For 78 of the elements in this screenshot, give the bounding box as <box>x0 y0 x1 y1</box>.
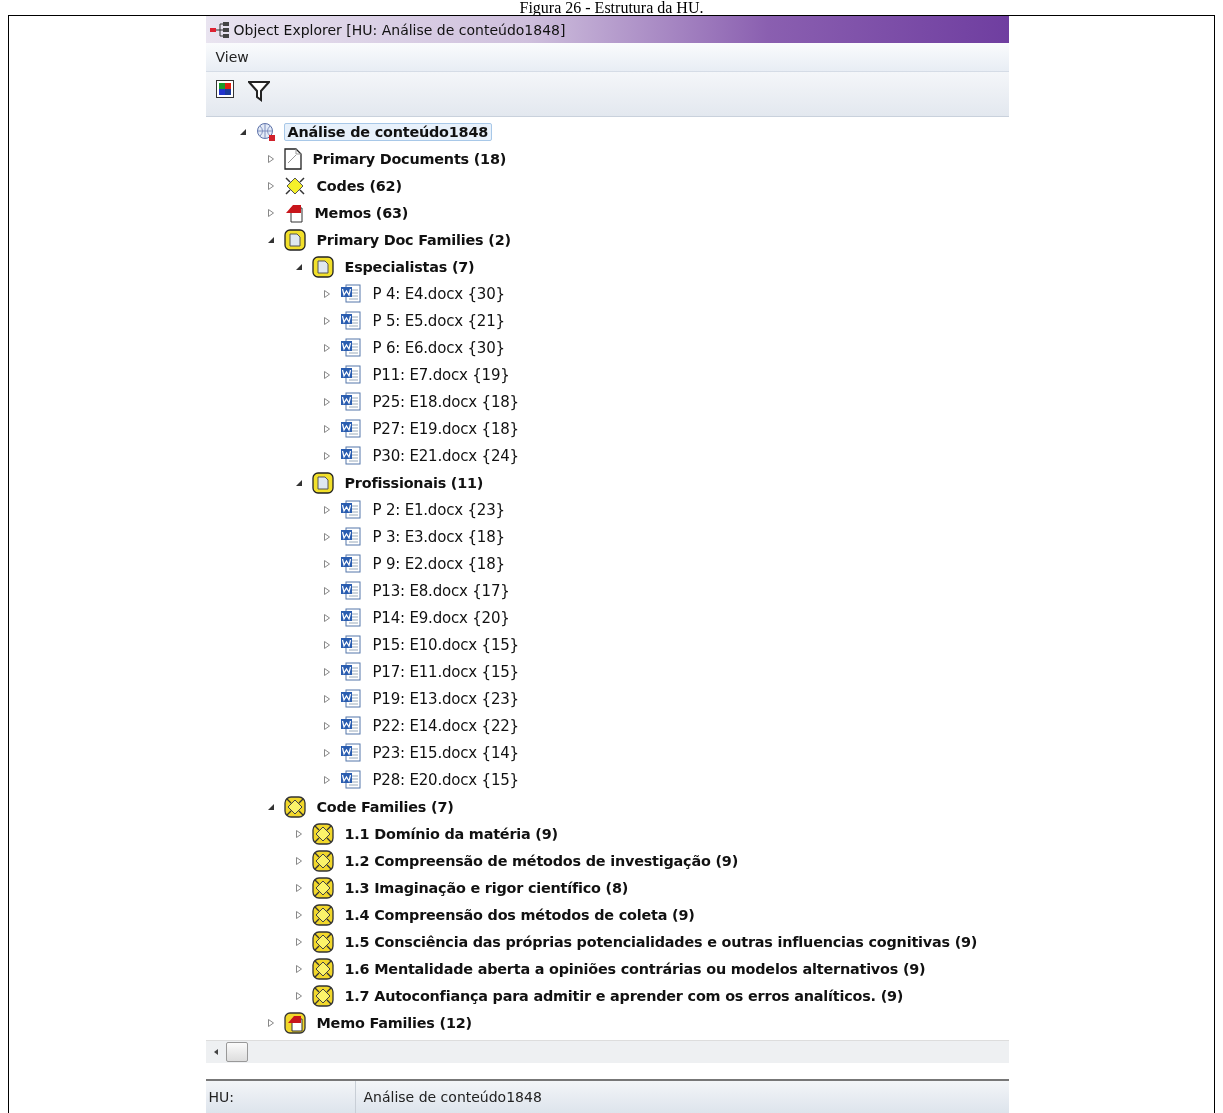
word-document-icon <box>339 499 362 520</box>
tree-item[interactable]: Especialistas (7) <box>341 257 478 276</box>
tree-item[interactable]: P 3: E3.docx {18} <box>369 526 508 547</box>
code-family-icon <box>311 876 334 899</box>
memo-icon <box>283 202 304 223</box>
word-document-icon <box>339 553 362 574</box>
tree-item[interactable]: P19: E13.docx {23} <box>369 688 522 709</box>
tree-item[interactable]: P27: E19.docx {18} <box>369 418 522 439</box>
tree-item[interactable]: P14: E9.docx {20} <box>369 607 513 628</box>
tree-item[interactable]: Codes (62) <box>313 176 405 195</box>
word-document-icon <box>339 607 362 628</box>
tree-item[interactable]: 1.7 Autoconfiança para admitir e aprender com os erros analíticos. (9) <box>341 986 907 1005</box>
tree-item[interactable]: Code Families (7) <box>313 797 457 816</box>
word-document-icon <box>339 634 362 655</box>
tree-item[interactable]: P 6: E6.docx {30} <box>369 337 508 358</box>
code-family-icon <box>311 903 334 926</box>
document-family-icon <box>283 228 306 251</box>
word-document-icon <box>339 580 362 601</box>
window-title: Object Explorer [HU: Análise de conteúdo1848] <box>233 21 566 38</box>
tree-item[interactable]: P17: E11.docx {15} <box>369 661 522 682</box>
word-document-icon <box>339 310 362 331</box>
code-family-icon <box>311 822 334 845</box>
tree-item[interactable]: P28: E20.docx {15} <box>369 769 522 790</box>
filter-icon[interactable] <box>247 80 270 102</box>
scroll-thumb[interactable] <box>225 1042 248 1062</box>
tree-item[interactable]: P11: E7.docx {19} <box>369 364 513 385</box>
tree-item[interactable]: P15: E10.docx {15} <box>369 634 522 655</box>
word-document-icon <box>339 526 362 547</box>
code-family-icon <box>311 984 334 1007</box>
word-document-icon <box>339 418 362 439</box>
code-family-icon <box>311 957 334 980</box>
tree-item[interactable]: P23: E15.docx {14} <box>369 742 522 763</box>
tree-item[interactable]: P13: E8.docx {17} <box>369 580 513 601</box>
horizontal-scrollbar[interactable] <box>205 1040 1009 1063</box>
tree-item[interactable]: P 2: E1.docx {23} <box>369 499 508 520</box>
document-icon <box>283 147 302 170</box>
color-squares-icon[interactable] <box>215 80 234 98</box>
code-family-icon <box>311 849 334 872</box>
globe-icon <box>255 121 276 142</box>
document-family-icon <box>311 471 334 494</box>
status-value: Análise de conteúdo1848 <box>362 1089 542 1105</box>
tree-item[interactable]: P25: E18.docx {18} <box>369 391 522 412</box>
tree-item[interactable]: 1.3 Imaginação e rigor científico (8) <box>341 878 632 897</box>
word-document-icon <box>339 283 362 304</box>
tree-structure-icon <box>209 21 230 38</box>
code-icon <box>283 175 306 196</box>
word-document-icon <box>339 364 362 385</box>
status-label: HU: <box>205 1081 356 1113</box>
tree-item[interactable]: 1.1 Domínio da matéria (9) <box>341 824 561 843</box>
tree-item[interactable]: 1.6 Mentalidade aberta a opiniões contrárias ou modelos alternativos (9) <box>341 959 929 978</box>
word-document-icon <box>339 337 362 358</box>
tree-item[interactable]: Primary Doc Families (2) <box>313 230 514 249</box>
tree-item[interactable]: 1.4 Compreensão dos métodos de coleta (9) <box>341 905 698 924</box>
tree-item[interactable]: P30: E21.docx {24} <box>369 445 522 466</box>
tree-item[interactable]: 1.5 Consciência das próprias potencialidades e outras influencias cognitivas (9) <box>341 932 981 951</box>
document-family-icon <box>311 255 334 278</box>
word-document-icon <box>339 391 362 412</box>
word-document-icon <box>339 769 362 790</box>
tree-item[interactable]: Profissionais (11) <box>341 473 487 492</box>
tree-item[interactable]: 1.2 Compreensão de métodos de investigação (9) <box>341 851 742 870</box>
tree-item[interactable]: Memo Families (12) <box>313 1013 475 1032</box>
tree-item[interactable]: P 9: E2.docx {18} <box>369 553 508 574</box>
word-document-icon <box>339 661 362 682</box>
word-document-icon <box>339 742 362 763</box>
menu-item[interactable]: View <box>205 49 259 65</box>
figure-caption: Figura 26 - Estrutura da HU. <box>518 0 705 15</box>
code-family-icon <box>311 930 334 953</box>
word-document-icon <box>339 688 362 709</box>
tree-item[interactable]: Memos (63) <box>311 203 412 222</box>
tree-item[interactable]: Análise de conteúdo1848 <box>283 122 493 141</box>
word-document-icon <box>339 445 362 466</box>
memo-family-icon <box>283 1011 306 1034</box>
tree-item[interactable]: P 4: E4.docx {30} <box>369 283 508 304</box>
tree-item[interactable]: P 5: E5.docx {21} <box>369 310 508 331</box>
word-document-icon <box>339 715 362 736</box>
tree-item[interactable]: Primary Documents (18) <box>309 149 510 168</box>
code-family-icon <box>283 795 306 818</box>
tree-item[interactable]: P22: E14.docx {22} <box>369 715 522 736</box>
